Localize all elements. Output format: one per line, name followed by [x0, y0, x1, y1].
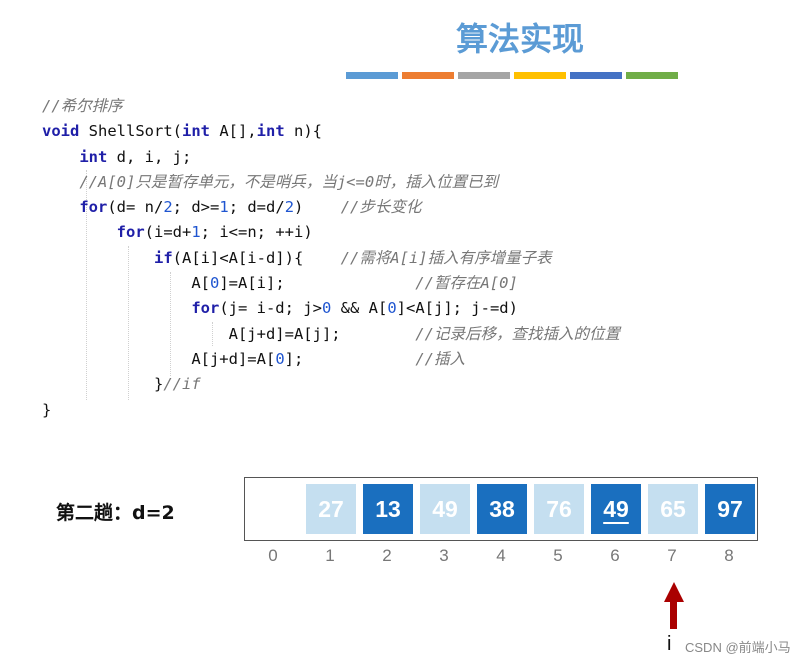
code-keyword: for — [191, 299, 220, 318]
code-text: n){ — [284, 122, 322, 141]
code-text: (A[i]<A[i-d]){ — [172, 248, 341, 267]
code-text: && A[ — [331, 299, 388, 318]
page-title: 算法实现 — [455, 20, 584, 58]
cell-value: 27 — [318, 495, 344, 522]
code-block: //希尔排序 void ShellSort(int A[],int n){ in… — [42, 94, 620, 423]
code-line: A[0]=A[i]; //暂存在A[0] — [42, 271, 620, 296]
code-text: (d= n/ — [107, 198, 164, 217]
color-bar-segment — [458, 72, 510, 79]
array-cell-0 — [249, 484, 299, 534]
code-text: ; d>= — [172, 198, 220, 217]
color-bar-segment — [570, 72, 622, 79]
code-text: d, i, j; — [107, 147, 192, 166]
color-bar-segment — [626, 72, 678, 79]
code-line: //A[0]只是暂存单元，不是哨兵，当j<=0时，插入位置已到 — [42, 170, 620, 195]
array-index: 2 — [382, 546, 392, 565]
array-index: 4 — [496, 546, 506, 565]
code-comment: //步长变化 — [340, 198, 422, 217]
code-line: void ShellSort(int A[],int n){ — [42, 119, 620, 144]
code-text: } — [42, 400, 52, 419]
array-cell-4: 38 — [477, 484, 527, 534]
array-cell-2: 13 — [363, 484, 413, 534]
title-color-bar — [346, 72, 678, 79]
code-line: int d, i, j; — [42, 145, 620, 170]
code-number: 2 — [163, 198, 173, 217]
cell-value: 76 — [546, 495, 572, 522]
code-number: 0 — [209, 274, 220, 293]
code-keyword: int — [181, 122, 210, 141]
pointer-arrow-icon — [664, 582, 684, 602]
code-text: A[j+d]=A[ — [191, 349, 276, 368]
pointer-label: i — [667, 633, 672, 655]
code-number: 1 — [191, 223, 201, 242]
code-comment: //希尔排序 — [42, 97, 123, 115]
code-line: //希尔排序 — [42, 94, 620, 119]
code-number: 0 — [387, 299, 397, 318]
cell-value: 13 — [375, 495, 401, 522]
watermark: CSDN @前端小马 — [685, 640, 791, 655]
code-line: for(d= n/2; d>=1; d=d/2) //步长变化 — [42, 195, 620, 220]
cell-value: 49 — [603, 495, 629, 522]
code-text: ; d=d/ — [228, 198, 285, 217]
array-cell-5: 76 — [534, 484, 584, 534]
code-text: ]<A[j]; j-=d) — [396, 299, 518, 318]
code-line: }//if — [42, 372, 620, 397]
code-keyword: for — [116, 223, 145, 242]
code-keyword: int — [79, 147, 108, 166]
code-text: A[j+d]=A[j]; — [228, 324, 416, 343]
cell-value: 97 — [717, 495, 743, 522]
code-comment: //插入 — [415, 349, 465, 368]
code-line: } — [42, 398, 620, 423]
code-comment: //A[0]只是暂存单元，不是哨兵，当j<=0时，插入位置已到 — [79, 172, 499, 191]
code-line: for(j= i-d; j>0 && A[0]<A[j]; j-=d) — [42, 296, 620, 321]
code-line: A[j+d]=A[0]; //插入 — [42, 347, 620, 372]
code-text: (i=d+ — [144, 223, 192, 242]
array-index: 8 — [724, 546, 734, 565]
code-text: ) — [294, 198, 341, 217]
cell-value: 38 — [489, 495, 515, 522]
code-text: (j= i-d; j> — [219, 299, 322, 318]
code-keyword: if — [153, 248, 173, 267]
code-keyword: for — [79, 198, 108, 217]
array-index: 5 — [553, 546, 563, 565]
array-box: 27 13 49 38 76 49 65 97 — [244, 477, 758, 541]
cell-value: 65 — [660, 495, 686, 522]
color-bar-segment — [402, 72, 454, 79]
code-text: } — [153, 375, 164, 394]
cell-value: 49 — [432, 495, 458, 522]
code-comment: //if — [163, 375, 201, 394]
pass-label: 第二趟：d=2 — [56, 502, 175, 524]
code-number: 0 — [321, 299, 332, 318]
color-bar-segment — [346, 72, 398, 79]
array-index: 3 — [439, 546, 449, 565]
code-text: ShellSort( — [79, 122, 182, 141]
code-text: ; i<=n; ++i) — [200, 223, 313, 242]
array-cell-6: 49 — [591, 484, 641, 534]
code-number: 2 — [284, 198, 295, 217]
array-cell-1: 27 — [306, 484, 356, 534]
code-line: for(i=d+1; i<=n; ++i) — [42, 220, 620, 245]
code-line: A[j+d]=A[j]; //记录后移，查找插入的位置 — [42, 322, 620, 347]
array-index: 6 — [610, 546, 620, 565]
color-bar-segment — [514, 72, 566, 79]
array-index: 0 — [268, 546, 278, 565]
code-line: if(A[i]<A[i-d]){ //需将A[i]插入有序增量子表 — [42, 246, 620, 271]
code-text: ]; — [284, 349, 416, 368]
array-index: 1 — [325, 546, 335, 565]
pointer-arrow-shaft — [670, 600, 677, 629]
code-keyword: void — [42, 122, 80, 141]
code-text: ]=A[i]; — [219, 274, 416, 293]
code-comment: //记录后移，查找插入的位置 — [415, 324, 620, 343]
code-keyword: int — [256, 122, 285, 141]
code-text: A[ — [191, 274, 210, 293]
array-cell-8: 97 — [705, 484, 755, 534]
code-comment: //暂存在A[0] — [415, 274, 518, 293]
code-number: 1 — [219, 198, 229, 217]
array-cell-3: 49 — [420, 484, 470, 534]
array-index: 7 — [667, 546, 677, 565]
code-text: A[], — [209, 122, 257, 141]
array-cell-7: 65 — [648, 484, 698, 534]
code-number: 0 — [275, 349, 285, 368]
code-comment: //需将A[i]插入有序增量子表 — [340, 248, 552, 267]
